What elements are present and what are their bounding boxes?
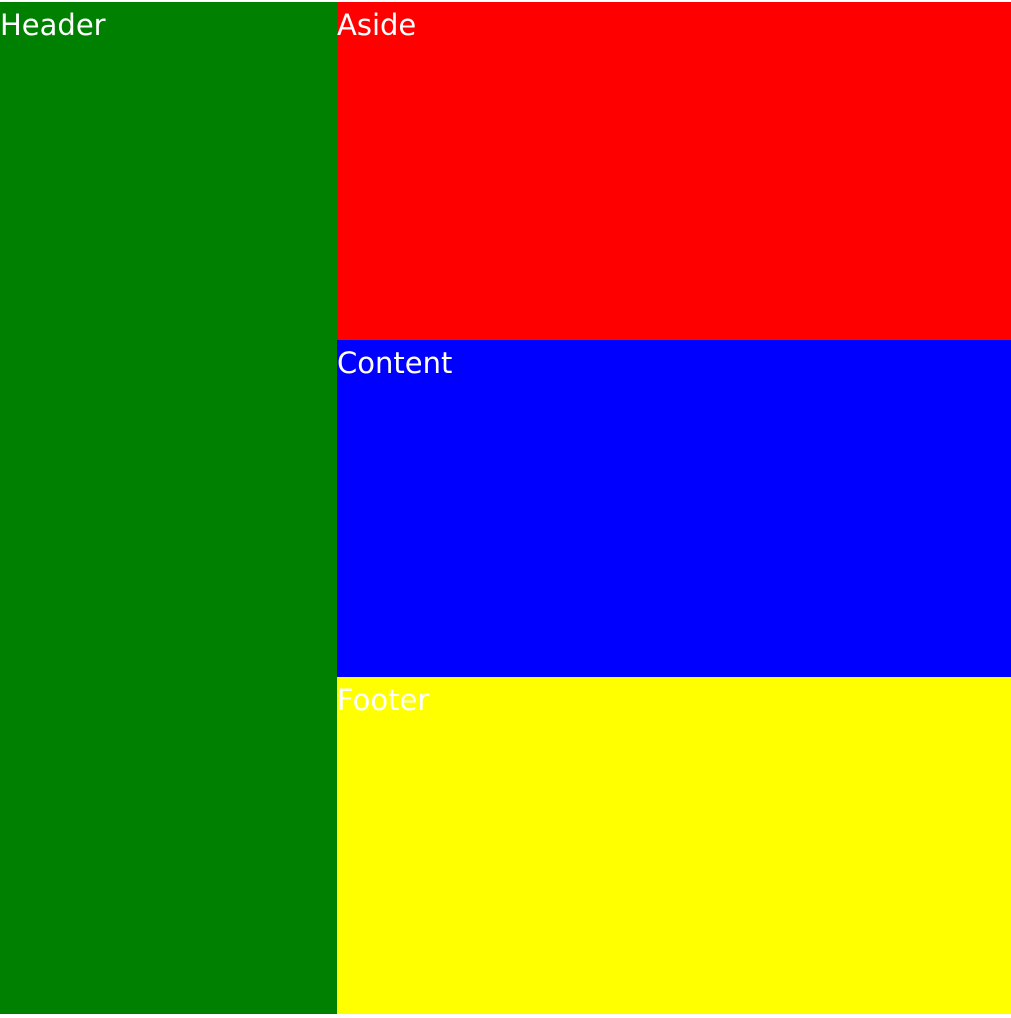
content-region: Content: [337, 340, 1011, 677]
aside-label: Aside: [337, 8, 417, 42]
aside-region: Aside: [337, 2, 1011, 340]
footer-region: Footer: [337, 677, 1011, 1014]
page-layout: Header Aside Content Footer: [0, 2, 1011, 1014]
header-region: Header: [0, 2, 337, 1014]
header-label: Header: [0, 8, 106, 42]
content-label: Content: [337, 346, 453, 380]
footer-label: Footer: [337, 683, 430, 717]
